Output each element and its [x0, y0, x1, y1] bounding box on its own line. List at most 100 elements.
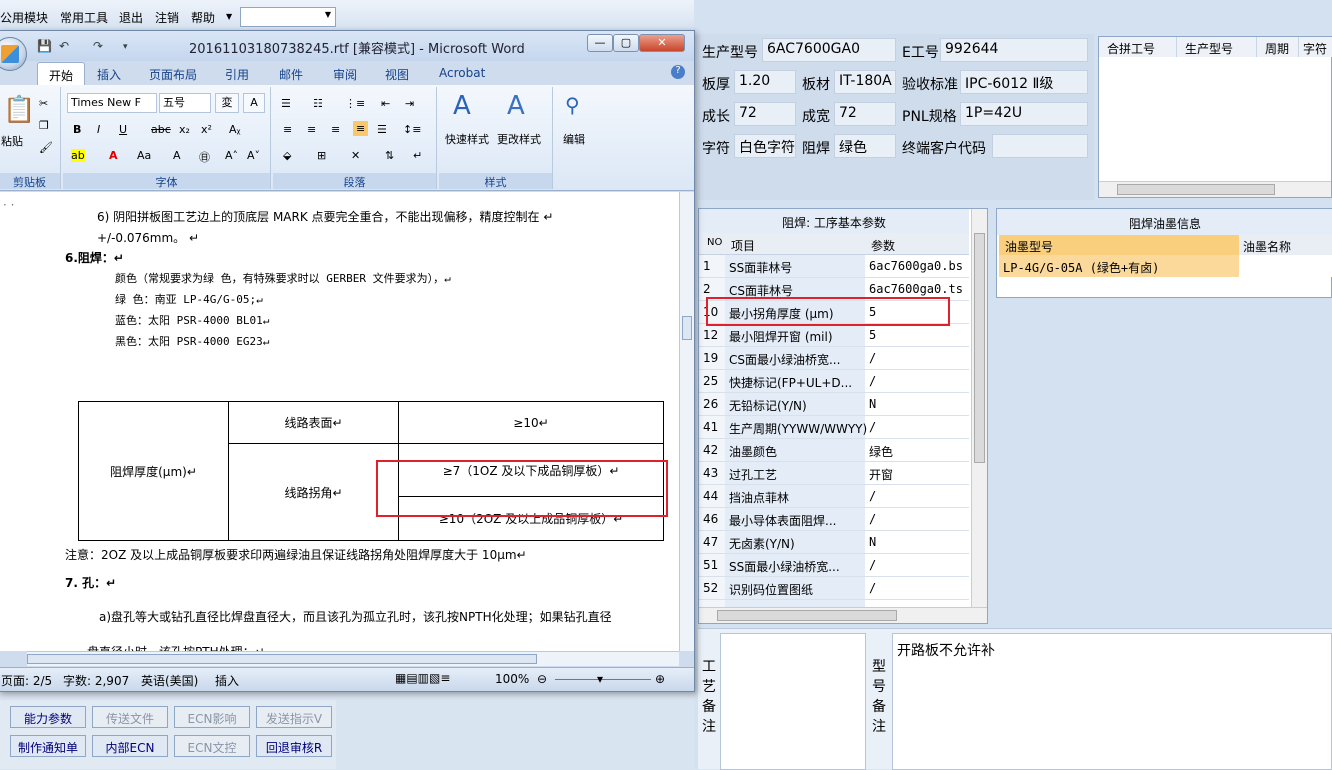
menu-exit[interactable]: 退出 — [119, 9, 143, 26]
scroll-thumb[interactable] — [682, 316, 692, 340]
paste-icon[interactable]: 📋 — [3, 95, 35, 125]
chevron-down-icon[interactable]: ▼ — [226, 12, 232, 21]
scroll-thumb[interactable] — [717, 610, 897, 621]
action-button-6[interactable]: ECN文控 — [174, 735, 250, 757]
merge-hscrollbar[interactable] — [1099, 181, 1331, 197]
change-case-icon[interactable]: Aa — [137, 149, 151, 162]
justify-icon[interactable]: ≡ — [353, 121, 369, 136]
col-merge-eno[interactable]: 合拼工号 — [1099, 37, 1177, 57]
char-border-icon[interactable]: A — [243, 93, 265, 113]
tab-view[interactable]: 视图 — [385, 66, 409, 83]
tab-references[interactable]: 引用 — [225, 66, 249, 83]
italic-icon[interactable]: I — [97, 123, 100, 136]
increase-indent-icon[interactable]: ⇥ — [405, 97, 414, 110]
param-row[interactable]: 41 生产周期(YYWW/WWYY) / — [699, 416, 969, 439]
line-spacing-icon[interactable]: ↕≡ — [403, 123, 421, 136]
action-button-7[interactable]: 回退审核R — [256, 735, 332, 757]
format-painter-icon[interactable]: 🖌 — [39, 141, 53, 154]
col-ink-model[interactable]: 油墨型号 — [999, 235, 1239, 255]
menu-logout[interactable]: 注销 — [155, 9, 179, 26]
binoculars-icon[interactable]: ⚲ — [565, 93, 580, 117]
redo-icon[interactable]: ↷ — [93, 39, 103, 53]
param-row[interactable]: 47 无卤素(Y/N) N — [699, 531, 969, 554]
edit-label[interactable]: 编辑 — [563, 131, 585, 147]
scroll-thumb[interactable] — [27, 654, 537, 664]
status-language[interactable]: 英语(美国) — [141, 672, 198, 689]
doc-hscrollbar[interactable] — [27, 651, 679, 666]
phonetic-icon[interactable]: 変 — [215, 93, 239, 113]
view-layout-icons[interactable]: ▦▤▥▧≡ — [395, 671, 450, 685]
highlight-icon[interactable]: ab — [71, 149, 85, 162]
scroll-thumb[interactable] — [1117, 184, 1275, 195]
clear-format-icon[interactable]: Aᵪ — [229, 123, 241, 136]
action-button-3[interactable]: 发送指示V — [256, 706, 332, 728]
zoom-in-icon[interactable]: ⊕ — [655, 672, 665, 686]
help-icon[interactable]: ? — [671, 65, 685, 79]
param-row[interactable]: 44 挡油点菲林 / — [699, 485, 969, 508]
tab-acrobat[interactable]: Acrobat — [439, 66, 485, 80]
param-row[interactable]: 12 最小阻焊开窗 (mil) 5 — [699, 324, 969, 347]
field-customer-code[interactable] — [992, 134, 1088, 158]
field-length[interactable]: 72 — [734, 102, 796, 126]
grow-font-icon[interactable]: A˄ — [225, 149, 238, 162]
ink-row-model[interactable]: LP-4G/G-05A (绿色+有卤) — [999, 255, 1239, 277]
col-ink-name[interactable]: 油墨名称 — [1239, 235, 1332, 255]
tab-insert[interactable]: 插入 — [97, 66, 121, 83]
field-eno[interactable]: 992644 — [940, 38, 1088, 62]
menu-common-tools[interactable]: 常用工具 — [60, 9, 108, 26]
ink-row-name[interactable] — [1239, 255, 1332, 277]
field-thickness[interactable]: 1.20 — [734, 70, 796, 94]
tab-page-layout[interactable]: 页面布局 — [149, 66, 197, 83]
craft-notes-box[interactable] — [720, 633, 866, 770]
distribute-icon[interactable]: ☰ — [377, 123, 387, 136]
param-row[interactable]: 46 最小导体表面阻焊... / — [699, 508, 969, 531]
field-char[interactable]: 白色字符 — [734, 134, 796, 158]
field-material[interactable]: IT-180A — [834, 70, 896, 94]
quick-styles-label[interactable]: 快速样式 — [445, 131, 489, 147]
param-row[interactable]: 52 识别码位置图纸 / — [699, 577, 969, 600]
multilevel-list-icon[interactable]: ⋮≡ — [345, 97, 365, 110]
tab-review[interactable]: 审阅 — [333, 66, 357, 83]
tab-home[interactable]: 开始 — [37, 62, 85, 85]
chinese-layout-icon[interactable]: ✕ — [351, 149, 360, 162]
align-right-icon[interactable]: ≡ — [331, 123, 340, 136]
status-page[interactable]: 页面: 2/5 — [1, 672, 52, 689]
scroll-thumb[interactable] — [974, 233, 985, 463]
chevron-down-icon[interactable]: ▼ — [325, 10, 331, 19]
merge-grid[interactable]: 合拼工号 生产型号 周期 字符 — [1098, 36, 1332, 198]
enclose-char-icon[interactable]: ㊐ — [199, 149, 210, 165]
align-left-icon[interactable]: ≡ — [283, 123, 292, 136]
sort-icon[interactable]: ⇅ — [385, 149, 394, 162]
bullets-icon[interactable]: ☰ — [281, 97, 291, 110]
col-no[interactable]: NO — [707, 237, 722, 248]
field-width[interactable]: 72 — [834, 102, 896, 126]
param-row[interactable]: 19 CS面最小绿油桥宽... / — [699, 347, 969, 370]
borders-icon[interactable]: ⊞ — [317, 149, 326, 162]
col-value[interactable]: 参数 — [871, 237, 895, 254]
field-model[interactable]: 6AC7600GA0 — [762, 38, 896, 62]
copy-icon[interactable]: ❐ — [39, 119, 49, 132]
field-solder[interactable]: 绿色 — [834, 134, 896, 158]
param-row[interactable]: 26 无铅标记(Y/N) N — [699, 393, 969, 416]
cut-icon[interactable]: ✂ — [39, 97, 48, 110]
col-merge-model[interactable]: 生产型号 — [1177, 37, 1257, 57]
zoom-slider-thumb[interactable]: ▾ — [597, 672, 603, 686]
close-button[interactable]: ✕ — [639, 34, 685, 52]
align-center-icon[interactable]: ≡ — [307, 123, 316, 136]
status-zoom[interactable]: 100% — [495, 672, 529, 686]
menu-common-module[interactable]: 公用模块 — [0, 9, 48, 26]
menu-help[interactable]: 帮助 — [191, 9, 215, 26]
paste-label[interactable]: 粘贴 — [1, 133, 23, 149]
col-item[interactable]: 项目 — [731, 237, 755, 254]
font-size-select[interactable]: 五号 — [159, 93, 211, 113]
maximize-button[interactable]: ▢ — [613, 34, 639, 52]
quick-styles-icon[interactable]: A — [453, 91, 471, 121]
action-button-0[interactable]: 能力参数 — [10, 706, 86, 728]
document-page[interactable]: · · 6) 阴阳拼板图工艺边上的顶底层 MARK 点要完全重合，不能出现偏移，… — [0, 192, 679, 651]
superscript-icon[interactable]: x² — [201, 123, 212, 136]
strikethrough-icon[interactable]: abc — [151, 123, 171, 136]
change-styles-label[interactable]: 更改样式 — [497, 131, 541, 147]
show-marks-icon[interactable]: ↵ — [413, 149, 422, 162]
status-mode[interactable]: 插入 — [215, 672, 239, 689]
zoom-out-icon[interactable]: ⊖ — [537, 672, 547, 686]
